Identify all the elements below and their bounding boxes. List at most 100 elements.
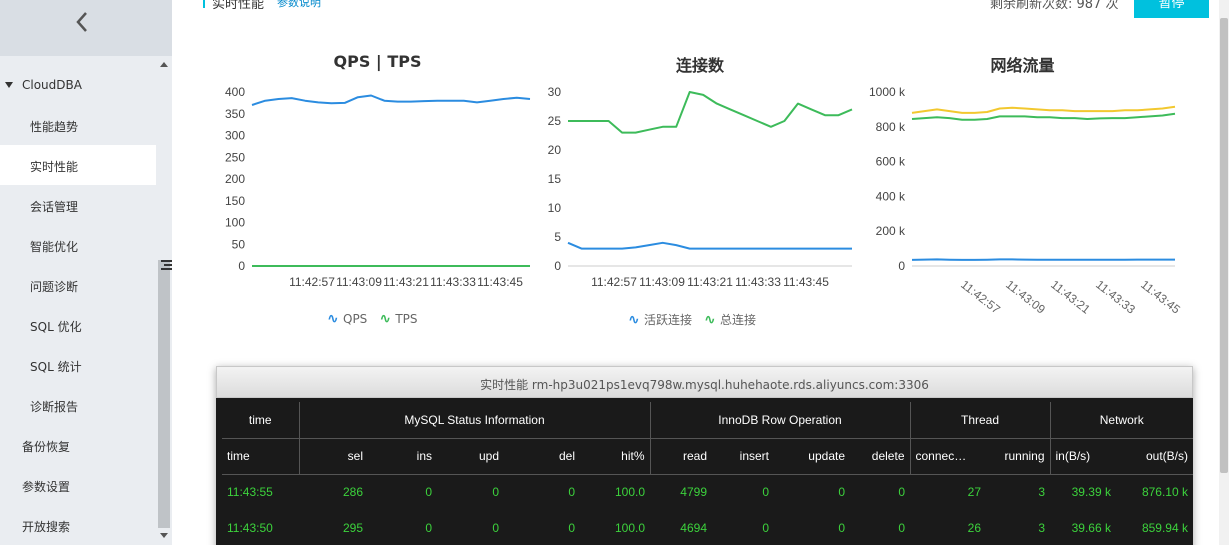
y-tick-label: 0: [238, 259, 245, 273]
x-tick-label: 11:42:57: [289, 275, 335, 289]
x-tick-label: 11:43:45: [783, 275, 829, 289]
column-header[interactable]: upd: [437, 438, 504, 475]
group-header-row: time MySQL Status Information InnoDB Row…: [222, 402, 1193, 439]
table-cell: 0: [762, 485, 769, 500]
group-header: MySQL Status Information: [298, 402, 650, 439]
y-tick-label: 15: [548, 172, 562, 186]
group-header: InnoDB Row Operation: [649, 402, 910, 439]
legend-line-icon: ∿: [704, 312, 716, 328]
y-tick-label: 200 k: [876, 224, 906, 238]
series-line: [911, 105, 1176, 114]
table-cell: 100.0: [614, 485, 645, 500]
x-tick-label: 11:43:33: [430, 275, 476, 289]
column-header[interactable]: time: [222, 438, 299, 475]
sidebar-item[interactable]: 备份恢复: [0, 425, 156, 465]
y-tick-label: 25: [548, 114, 562, 128]
y-tick-label: 600 k: [876, 155, 906, 169]
sidebar-item-label: 参数设置: [22, 480, 71, 494]
legend-item[interactable]: ∿ TPS: [379, 311, 417, 327]
table-cell: 11:43:50: [227, 521, 273, 535]
table-cell: 26: [967, 521, 981, 535]
legend-item[interactable]: ∿ 总连接: [704, 312, 756, 328]
y-tick-label: 100: [225, 216, 245, 230]
legend-line-icon: ∿: [379, 311, 392, 327]
realtime-stats-panel: 实时性能 rm-hp3u021ps1evq798w.mysql.huhehaot…: [216, 366, 1193, 545]
scroll-down-icon[interactable]: [160, 533, 168, 538]
table-cell: 295: [342, 521, 363, 535]
group-header: Network: [1049, 402, 1193, 439]
legend-qps: ∿ QPS ∿ TPS: [327, 311, 430, 327]
column-header[interactable]: delete: [850, 438, 910, 475]
sidebar-item[interactable]: 开放搜索: [0, 505, 156, 545]
sidebar-item[interactable]: 参数设置: [0, 465, 156, 505]
column-header[interactable]: out(B/s): [1116, 438, 1193, 475]
sidebar-item-label: 备份恢复: [22, 440, 71, 454]
group-header: time: [222, 402, 299, 439]
y-tick-label: 400 k: [876, 189, 906, 203]
table-cell: 0: [898, 485, 905, 500]
table-cell: 0: [568, 521, 575, 535]
y-tick-label: 0: [898, 259, 905, 273]
x-tick-label: 11:43:45: [477, 275, 523, 289]
column-header[interactable]: running: [986, 438, 1050, 475]
y-tick-label: 0: [554, 259, 561, 273]
series-line: [567, 241, 852, 250]
x-tick-label: 11:43:21: [383, 275, 429, 289]
y-tick-label: 5: [554, 230, 561, 244]
legend-line-icon: ∿: [628, 312, 640, 328]
y-tick-label: 250: [225, 150, 245, 164]
column-header[interactable]: del: [504, 438, 580, 475]
legend-item[interactable]: ∿ 活跃连接: [628, 312, 692, 328]
table-cell: 39.66 k: [1071, 521, 1111, 535]
y-tick-label: 10: [548, 201, 562, 215]
sidebar-item-label: SQL 统计: [30, 360, 82, 374]
table-cell: 0: [425, 485, 432, 500]
table-cell: 0: [492, 521, 499, 535]
page-scrollbar-thumb[interactable]: [1220, 18, 1228, 473]
column-header[interactable]: ins: [368, 438, 437, 475]
x-tick-label: 11:43:09: [1003, 277, 1048, 316]
column-header[interactable]: insert: [712, 438, 774, 475]
x-tick-label: 11:43:45: [1138, 277, 1183, 316]
table-cell: 3: [1038, 521, 1045, 535]
table-cell: 11:43:55: [227, 485, 273, 500]
y-tick-label: 30: [548, 85, 562, 99]
column-header[interactable]: read: [649, 438, 712, 475]
x-tick-label: 11:43:09: [639, 275, 685, 289]
series-line: [251, 94, 531, 106]
column-header[interactable]: hit%: [580, 438, 650, 475]
table-row: 11:43:50 295 0 0 0 100.0 4694 0 0 0 26 3 39.66 k 859.…: [222, 510, 1193, 545]
table-cell: 0: [568, 485, 575, 500]
column-header[interactable]: connec…: [909, 438, 986, 475]
table-cell: 39.39 k: [1071, 485, 1111, 500]
legend-item[interactable]: ∿ QPS: [327, 311, 367, 327]
y-tick-label: 50: [232, 237, 246, 251]
sidebar-item[interactable]: 诊断报告: [0, 385, 156, 425]
y-tick-label: 150: [225, 194, 245, 208]
y-tick-label: 350: [225, 107, 245, 121]
table-cell: 0: [425, 521, 432, 535]
table-row: 11:43:55 286 0 0 0 100.0 4799 0 0 0 27 3 39.39 k 876.…: [222, 474, 1193, 510]
y-tick-label: 800 k: [876, 120, 906, 134]
column-header[interactable]: in(B/s): [1049, 438, 1116, 475]
table-cell: 4799: [680, 485, 707, 500]
y-tick-label: 20: [548, 143, 562, 157]
sidebar-item[interactable]: SQL 统计: [0, 345, 156, 385]
legend-connections: ∿ 活跃连接 ∿ 总连接: [628, 311, 768, 328]
column-header[interactable]: sel: [298, 438, 368, 475]
table-cell: 876.10 k: [1141, 485, 1188, 500]
x-tick-label: 11:43:21: [1048, 277, 1093, 316]
table-cell: 0: [898, 521, 905, 535]
series-line: [911, 112, 1176, 121]
legend-line-icon: ∿: [327, 311, 339, 327]
x-tick-label: 11:42:57: [958, 277, 1003, 316]
column-header[interactable]: update: [774, 438, 850, 475]
stats-panel-title: 实时性能 rm-hp3u021ps1evq798w.mysql.huhehaot…: [480, 378, 929, 392]
series-line: [568, 91, 853, 134]
table-cell: 859.94 k: [1141, 521, 1188, 535]
y-tick-label: 1000 k: [869, 85, 906, 99]
page-scrollbar[interactable]: [1219, 0, 1229, 545]
charts-canvas: 05010015020025030035040011:42:57 11:43:09…: [225, 85, 1183, 317]
group-header: Thread: [909, 402, 1050, 439]
table-cell: 100.0: [614, 521, 645, 535]
